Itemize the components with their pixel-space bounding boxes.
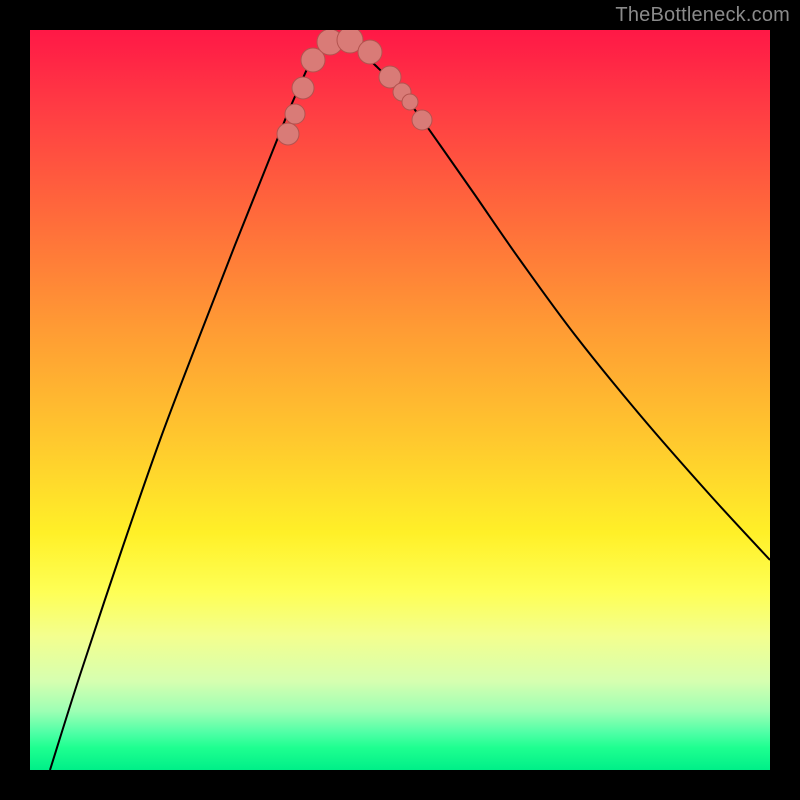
curve-marker bbox=[292, 77, 314, 99]
bottleneck-curve-svg bbox=[30, 30, 770, 770]
chart-frame: TheBottleneck.com bbox=[0, 0, 800, 800]
curve-marker bbox=[358, 40, 382, 64]
watermark-text: TheBottleneck.com bbox=[615, 4, 790, 27]
chart-plot-area bbox=[30, 30, 770, 770]
curve-marker bbox=[412, 110, 432, 130]
bottleneck-curve-path bbox=[50, 37, 770, 770]
curve-marker bbox=[277, 123, 299, 145]
marker-group bbox=[277, 30, 432, 145]
curve-marker bbox=[402, 94, 418, 110]
curve-marker bbox=[285, 104, 305, 124]
